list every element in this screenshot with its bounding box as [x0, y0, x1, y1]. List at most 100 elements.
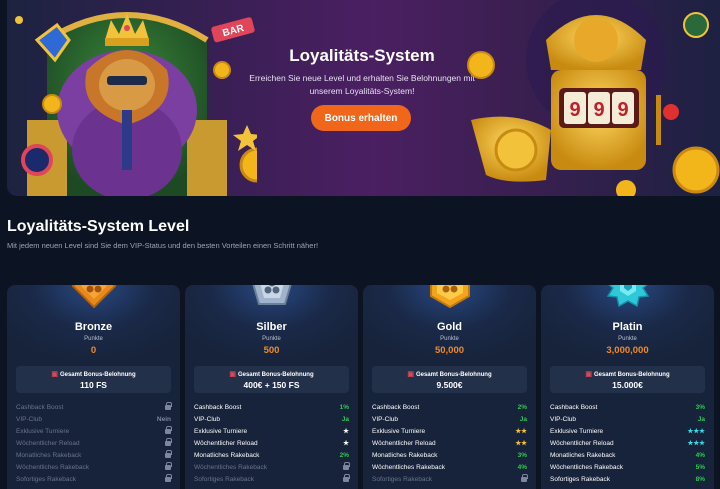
slot-reel-1: 9 [569, 99, 580, 121]
points-value: 0 [90, 345, 97, 356]
benefit-value: 8% [695, 476, 705, 483]
benefit-row: Monatliches Rakeback 3% [372, 450, 527, 462]
points-value: 3,000,000 [606, 345, 649, 356]
reward-label-text: Gesamt Bonus-Belohnung [59, 372, 136, 378]
benefit-label: Monatliches Rakeback [16, 452, 82, 459]
level-name: Platin [612, 321, 643, 333]
benefit-row: Wöchentliches Rakeback 4% [372, 462, 527, 474]
benefit-row: Wöchentlicher Reload ★ [194, 438, 349, 450]
lion-king-illustration: BAR [15, 12, 257, 196]
benefit-label: Sofortiges Rakeback [550, 476, 610, 483]
benefit-label: Exklusive Turniere [16, 428, 70, 435]
benefit-row: Wöchentlicher Reload ★★ [372, 438, 527, 450]
benefit-value: Nein [156, 416, 171, 423]
benefit-value [521, 474, 528, 486]
benefit-label: Monatliches Rakeback [372, 452, 438, 459]
points-label: Punkte [262, 336, 281, 342]
level-badge-icon [249, 285, 295, 309]
benefit-label: Sofortiges Rakeback [372, 476, 432, 483]
level-badge-icon [427, 285, 473, 309]
reward-value: 110 FS [80, 380, 107, 390]
benefit-label: VIP-Club [16, 416, 43, 423]
benefit-value [165, 450, 172, 462]
benefit-label: VIP-Club [550, 416, 577, 423]
benefit-row: VIP-Club Ja [372, 414, 527, 426]
benefit-value [165, 462, 172, 474]
lock-icon [165, 450, 172, 458]
reward-label-text: Gesamt Bonus-Belohnung [415, 372, 492, 378]
gift-icon: ▣ [407, 371, 414, 378]
benefit-row: Monatliches Rakeback [16, 450, 172, 462]
points-label: Punkte [84, 336, 103, 342]
benefit-label: Monatliches Rakeback [550, 452, 616, 459]
benefit-label: Wöchentliches Rakeback [16, 464, 89, 471]
lock-icon [165, 474, 172, 482]
benefit-row: Cashback Boost 3% [550, 402, 705, 414]
level-card-silber: Silber Punkte 500 ▣ Gesamt Bonus-Belohnung 40… [185, 285, 358, 489]
lock-icon [165, 426, 172, 434]
slot-machine-illustration: 9 9 9 [467, 0, 720, 196]
lock-icon [165, 402, 172, 410]
benefit-label: Cashback Boost [550, 404, 598, 411]
reward-label: ▣ Gesamt Bonus-Belohnung [550, 370, 705, 378]
benefit-label: Wöchentliches Rakeback [372, 464, 445, 471]
benefit-row: Wöchentliches Rakeback [194, 462, 350, 474]
reward-value: 400€ + 150 FS [243, 380, 300, 390]
benefit-value: Ja [697, 416, 705, 423]
benefit-row: Exklusive Turniere [16, 426, 172, 438]
lock-icon [165, 462, 172, 470]
hero-text-block: Loyalitäts-System Erreichen Sie neue Lev… [249, 0, 475, 196]
benefit-row: Monatliches Rakeback 4% [550, 450, 705, 462]
benefit-value: ★★ [515, 428, 527, 435]
benefit-label: Monatliches Rakeback [194, 452, 260, 459]
benefit-label: Cashback Boost [16, 404, 64, 411]
benefit-label: Wöchentliches Rakeback [550, 464, 623, 471]
benefit-row: Sofortiges Rakeback [372, 474, 528, 486]
benefit-value [165, 438, 172, 450]
section-title: Loyalitäts-System Level [7, 218, 190, 235]
points-label: Punkte [440, 336, 459, 342]
benefit-label: Wöchentlicher Reload [550, 440, 614, 447]
benefit-row: Sofortiges Rakeback [194, 474, 350, 486]
gift-icon: ▣ [51, 371, 58, 378]
benefit-label: Exklusive Turniere [550, 428, 604, 435]
benefit-value [165, 402, 172, 414]
gift-icon: ▣ [585, 371, 592, 378]
benefit-value: Ja [519, 416, 527, 423]
benefit-value [343, 474, 350, 486]
benefit-row: VIP-Club Nein [16, 414, 171, 426]
benefit-value: 4% [517, 464, 527, 471]
reward-label-text: Gesamt Bonus-Belohnung [237, 372, 314, 378]
benefit-value [165, 426, 172, 438]
level-badge-icon [605, 285, 651, 309]
benefit-row: Sofortiges Rakeback 8% [550, 474, 705, 486]
benefit-row: VIP-Club Ja [194, 414, 349, 426]
benefit-row: Monatliches Rakeback 2% [194, 450, 349, 462]
level-card-gold: Gold Punkte 50,000 ▣ Gesamt Bonus-Belohnung 9… [363, 285, 536, 489]
benefit-label: Exklusive Turniere [372, 428, 426, 435]
benefit-value: 5% [695, 464, 705, 471]
hero-banner: BAR Loyalitäts-System Erreichen Sie neue… [7, 0, 720, 196]
hero-subtitle-line2: unserem Loyalitäts-System! [309, 86, 415, 96]
benefit-label: Wöchentliches Rakeback [194, 464, 267, 471]
benefit-label: Sofortiges Rakeback [194, 476, 254, 483]
level-name: Gold [436, 321, 463, 333]
lock-icon [343, 462, 350, 470]
benefit-row: Wöchentliches Rakeback 5% [550, 462, 705, 474]
points-value: 50,000 [434, 345, 465, 356]
benefit-row: Exklusive Turniere ★★ [372, 426, 527, 438]
benefit-value [165, 474, 172, 486]
benefit-row: Wöchentlicher Reload [16, 438, 172, 450]
benefit-label: VIP-Club [372, 416, 399, 423]
reward-box: ▣ Gesamt Bonus-Belohnung 400€ + 150 FS [194, 366, 349, 393]
benefit-list: Cashback Boost 1% VIP-Club Ja Exklusive Turn… [194, 402, 350, 486]
benefit-value: 3% [695, 404, 705, 411]
points-value: 500 [263, 345, 280, 356]
benefit-value: 3% [517, 452, 527, 459]
slot-reel-3: 9 [617, 99, 628, 121]
slot-reel-2: 9 [593, 99, 604, 121]
bonus-button[interactable]: Bonus erhalten [311, 105, 411, 131]
reward-box: ▣ Gesamt Bonus-Belohnung 110 FS [16, 366, 171, 393]
benefit-row: Sofortiges Rakeback [16, 474, 172, 486]
benefit-list: Cashback Boost 3% VIP-Club Ja Exklusive Turn… [550, 402, 705, 486]
